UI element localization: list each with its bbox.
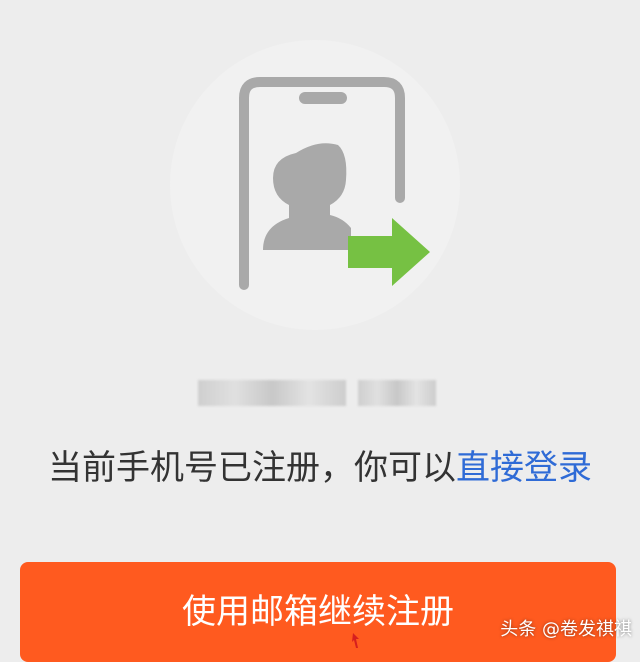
phone-user-arrow-icon	[239, 77, 430, 290]
watermark: 头条 @卷发祺祺	[500, 619, 632, 640]
direct-login-link[interactable]: 直接登录	[456, 448, 592, 488]
masked-phone-number	[198, 379, 438, 407]
registered-message: 当前手机号已注册，你可以直接登录	[0, 440, 640, 496]
continue-with-email-button[interactable]: 使用邮箱继续注册	[20, 562, 616, 662]
masked-number-segment	[198, 380, 346, 406]
pointer-cursor-icon	[352, 633, 359, 648]
registered-message-text: 当前手机号已注册，你可以	[48, 448, 456, 488]
masked-number-segment	[358, 380, 436, 406]
